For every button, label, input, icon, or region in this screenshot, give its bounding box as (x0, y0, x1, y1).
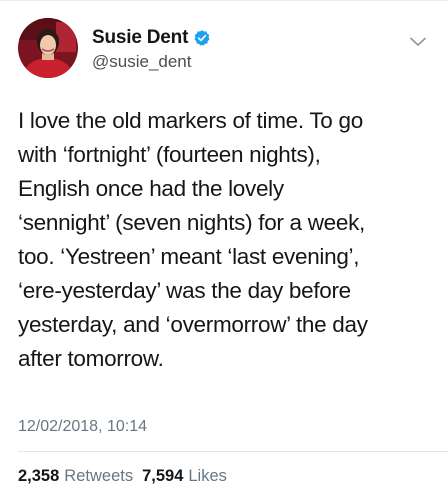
retweets-label: Retweets (64, 467, 134, 485)
retweets-stat[interactable]: 2,358 Retweets (18, 467, 133, 486)
tweet-card: Susie Dent @susie_dent I love the old ma… (0, 0, 448, 500)
tweet-text-line: too. ‘Yestreen’ meant ‘last evening’, (18, 244, 360, 269)
retweets-count: 2,358 (18, 467, 60, 485)
tweet-timestamp[interactable]: 12/02/2018, 10:14 (18, 418, 147, 436)
display-name[interactable]: Susie Dent (92, 27, 188, 49)
tweet-text-line: yesterday, and ‘overmorrow’ the day (18, 312, 368, 337)
chevron-down-icon[interactable] (410, 34, 426, 46)
tweet-text-line: ‘sennight’ (seven nights) for a week, (18, 210, 365, 235)
tweet-text-line: English once had the lovely (18, 176, 284, 201)
tweet-text-line: after tomorrow. (18, 346, 164, 371)
tweet-header: Susie Dent @susie_dent (18, 14, 430, 78)
avatar[interactable] (18, 18, 78, 78)
author-block: Susie Dent @susie_dent (92, 27, 211, 72)
tweet-text-line: I love the old markers of time. To go (18, 108, 363, 133)
likes-count: 7,594 (142, 467, 184, 485)
tweet-stats: 2,358 Retweets 7,594 Likes (18, 467, 227, 486)
top-divider (0, 0, 448, 1)
tweet-text-line: ‘ere-yesterday’ was the day before (18, 278, 351, 303)
stats-divider (18, 451, 448, 452)
tweet-text-line: with ‘fortnight’ (fourteen nights), (18, 142, 321, 167)
tweet-text: I love the old markers of time. To go wi… (18, 104, 438, 376)
likes-stat[interactable]: 7,594 Likes (142, 467, 227, 486)
likes-label: Likes (188, 467, 227, 485)
verified-badge-icon (193, 29, 211, 47)
user-handle[interactable]: @susie_dent (92, 52, 211, 72)
name-row: Susie Dent (92, 27, 211, 49)
